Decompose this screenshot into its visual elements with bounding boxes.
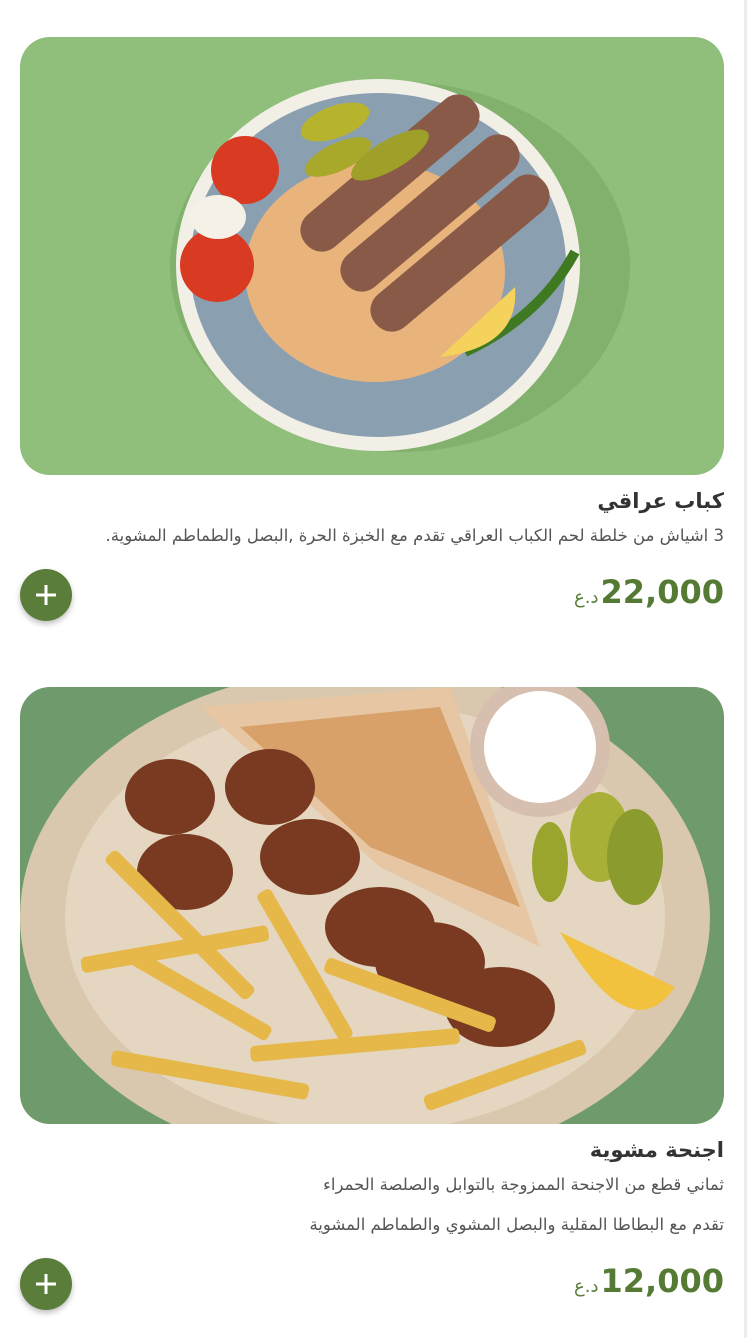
currency-label: د.ع bbox=[574, 1276, 599, 1297]
item-description: 3 اشياش من خلطة لحم الكباب العراقي تقدم … bbox=[105, 526, 724, 545]
price-amount: 22,000 bbox=[600, 573, 724, 611]
add-to-cart-button[interactable] bbox=[20, 569, 72, 621]
price-amount: 12,000 bbox=[600, 1262, 724, 1300]
kebab-plate-photo[interactable] bbox=[20, 37, 724, 475]
item-title: اجنحة مشوية bbox=[589, 1138, 724, 1162]
add-to-cart-button[interactable] bbox=[20, 1258, 72, 1310]
plus-icon bbox=[36, 1274, 56, 1294]
currency-label: د.ع bbox=[574, 587, 599, 608]
item-price: د.ع 22,000 bbox=[574, 573, 724, 611]
plus-icon bbox=[36, 585, 56, 605]
item-title: كباب عراقي bbox=[597, 489, 724, 513]
grilled-wings-plate-photo[interactable] bbox=[20, 687, 724, 1124]
item-description: تقدم مع البطاطا المقلية والبصل المشوي وا… bbox=[309, 1215, 724, 1234]
menu-item-card[interactable]: اجنحة مشوية ثماني قطع من الاجنحة الممزوج… bbox=[20, 687, 724, 1314]
item-description: ثماني قطع من الاجنحة الممزوجة بالتوابل و… bbox=[323, 1175, 724, 1194]
item-price: د.ع 12,000 bbox=[574, 1262, 724, 1300]
menu-item-card[interactable]: كباب عراقي 3 اشياش من خلطة لحم الكباب ال… bbox=[20, 37, 724, 625]
